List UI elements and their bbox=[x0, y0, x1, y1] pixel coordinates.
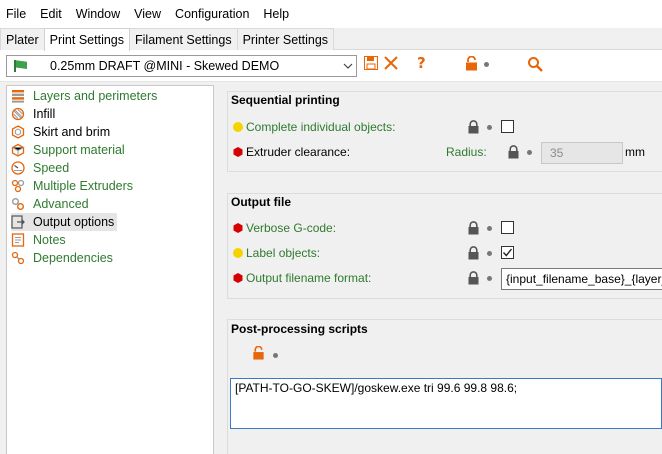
skirt-icon bbox=[11, 125, 25, 139]
sidebar-item-label: Output options bbox=[33, 215, 115, 229]
status-dot-icon bbox=[487, 276, 492, 281]
radius-unit: mm bbox=[625, 145, 645, 159]
sidebar-item-label: Dependencies bbox=[33, 251, 113, 265]
sidebar-item-label: Speed bbox=[33, 161, 70, 175]
checkmark-icon bbox=[502, 248, 513, 257]
verbose-gcode-label: Verbose G-code: bbox=[246, 221, 337, 235]
label-objects-label: Label objects: bbox=[246, 246, 321, 260]
lock-icon[interactable] bbox=[467, 120, 480, 134]
status-dot-icon bbox=[273, 353, 278, 358]
settings-page: Sequential printing Complete individual … bbox=[220, 83, 662, 454]
filename-format-row: Output filename format: {input_filename_… bbox=[228, 268, 662, 290]
settings-category-list: Layers and perimeters Infill Skirt and b… bbox=[6, 85, 214, 454]
filename-format-input[interactable]: {input_filename_base}_{layer_ bbox=[501, 268, 662, 290]
delete-icon[interactable] bbox=[384, 56, 398, 70]
search-icon[interactable] bbox=[527, 56, 543, 72]
menu-help[interactable]: Help bbox=[263, 7, 296, 21]
sidebar-item-label: Support material bbox=[33, 143, 125, 157]
notes-icon bbox=[11, 233, 25, 247]
status-dot-icon bbox=[527, 150, 532, 155]
sidebar-item-label: Notes bbox=[33, 233, 66, 247]
status-dot-icon bbox=[484, 62, 489, 67]
output-icon bbox=[11, 215, 25, 229]
yellow-bullet-icon bbox=[233, 122, 243, 132]
tab-print-settings[interactable]: Print Settings bbox=[43, 28, 130, 51]
dependencies-icon bbox=[11, 251, 25, 265]
verbose-gcode-row: Verbose G-code: bbox=[228, 218, 662, 238]
group-title: Output file bbox=[231, 195, 291, 209]
flag-icon bbox=[14, 60, 28, 72]
group-title: Sequential printing bbox=[231, 93, 340, 107]
status-dot-icon bbox=[487, 226, 492, 231]
sidebar-item-label: Infill bbox=[33, 107, 56, 121]
tab-plater[interactable]: Plater bbox=[0, 28, 45, 50]
yellow-bullet-icon bbox=[233, 248, 243, 258]
sidebar-item-extruders[interactable]: Multiple Extruders bbox=[11, 177, 136, 195]
sidebar-item-notes[interactable]: Notes bbox=[11, 231, 69, 249]
menu-bar: File Edit Window View Configuration Help bbox=[0, 0, 662, 28]
menu-view[interactable]: View bbox=[134, 7, 168, 21]
unlock-icon[interactable] bbox=[465, 56, 478, 71]
lock-icon[interactable] bbox=[467, 246, 480, 260]
extruders-icon bbox=[11, 179, 25, 193]
preset-select[interactable]: 0.25mm DRAFT @MINI - Skewed DEMO bbox=[6, 55, 357, 77]
tab-filament-settings[interactable]: Filament Settings bbox=[129, 28, 238, 50]
label-objects-row: Label objects: bbox=[228, 243, 662, 263]
sidebar-item-infill[interactable]: Infill bbox=[11, 105, 58, 123]
menu-configuration[interactable]: Configuration bbox=[175, 7, 256, 21]
unlock-icon[interactable] bbox=[252, 346, 265, 360]
preset-name: 0.25mm DRAFT @MINI - Skewed DEMO bbox=[50, 59, 280, 73]
lock-icon[interactable] bbox=[467, 221, 480, 235]
speed-icon bbox=[11, 161, 25, 175]
sequential-printing-group: Sequential printing Complete individual … bbox=[227, 91, 662, 172]
red-bullet-icon bbox=[233, 273, 243, 283]
red-bullet-icon bbox=[233, 147, 243, 157]
sidebar-item-label: Layers and perimeters bbox=[33, 89, 158, 103]
verbose-gcode-checkbox[interactable] bbox=[501, 221, 514, 234]
layers-icon bbox=[11, 89, 25, 103]
status-dot-icon bbox=[487, 251, 492, 256]
status-dot-icon bbox=[487, 125, 492, 130]
sidebar-item-label: Advanced bbox=[33, 197, 89, 211]
sidebar-item-speed[interactable]: Speed bbox=[11, 159, 72, 177]
red-bullet-icon bbox=[233, 223, 243, 233]
infill-icon bbox=[11, 107, 25, 121]
complete-objects-label: Complete individual objects: bbox=[246, 120, 396, 134]
menu-window[interactable]: Window bbox=[76, 7, 127, 21]
extruder-clearance-row: Extruder clearance: Radius: 35 mm bbox=[228, 142, 662, 164]
support-icon bbox=[11, 143, 25, 157]
advanced-icon bbox=[11, 197, 25, 211]
sidebar-item-dependencies[interactable]: Dependencies bbox=[11, 249, 116, 267]
radius-input[interactable]: 35 bbox=[541, 142, 623, 164]
group-title: Post-processing scripts bbox=[231, 322, 368, 336]
preset-toolbar: 0.25mm DRAFT @MINI - Skewed DEMO ? bbox=[0, 50, 662, 82]
sidebar-item-output[interactable]: Output options bbox=[11, 213, 118, 231]
tab-printer-settings[interactable]: Printer Settings bbox=[236, 28, 335, 50]
lock-icon[interactable] bbox=[507, 145, 520, 159]
save-icon[interactable] bbox=[364, 56, 378, 70]
menu-file[interactable]: File bbox=[6, 7, 33, 21]
menu-edit[interactable]: Edit bbox=[40, 7, 69, 21]
label-objects-checkbox[interactable] bbox=[501, 246, 514, 259]
sidebar-item-advanced[interactable]: Advanced bbox=[11, 195, 92, 213]
radius-label: Radius: bbox=[446, 145, 487, 159]
filename-format-label: Output filename format: bbox=[246, 271, 372, 285]
sidebar-item-label: Skirt and brim bbox=[33, 125, 111, 139]
complete-objects-checkbox[interactable] bbox=[501, 120, 514, 133]
sidebar-item-support[interactable]: Support material bbox=[11, 141, 128, 159]
complete-objects-row: Complete individual objects: bbox=[228, 117, 662, 137]
sidebar-item-layers[interactable]: Layers and perimeters bbox=[11, 87, 160, 105]
chevron-down-icon[interactable] bbox=[340, 63, 356, 69]
lock-icon[interactable] bbox=[467, 271, 480, 285]
sidebar-item-skirt[interactable]: Skirt and brim bbox=[11, 123, 113, 141]
output-file-group: Output file Verbose G-code: Label object… bbox=[227, 193, 662, 299]
extruder-clearance-label: Extruder clearance: bbox=[246, 145, 351, 159]
post-processing-script-input[interactable]: [PATH-TO-GO-SKEW]/goskew.exe tri 99.6 99… bbox=[230, 378, 662, 429]
tab-bar: Plater Print Settings Filament Settings … bbox=[0, 28, 662, 51]
help-icon[interactable]: ? bbox=[417, 54, 426, 72]
sidebar-item-label: Multiple Extruders bbox=[33, 179, 134, 193]
